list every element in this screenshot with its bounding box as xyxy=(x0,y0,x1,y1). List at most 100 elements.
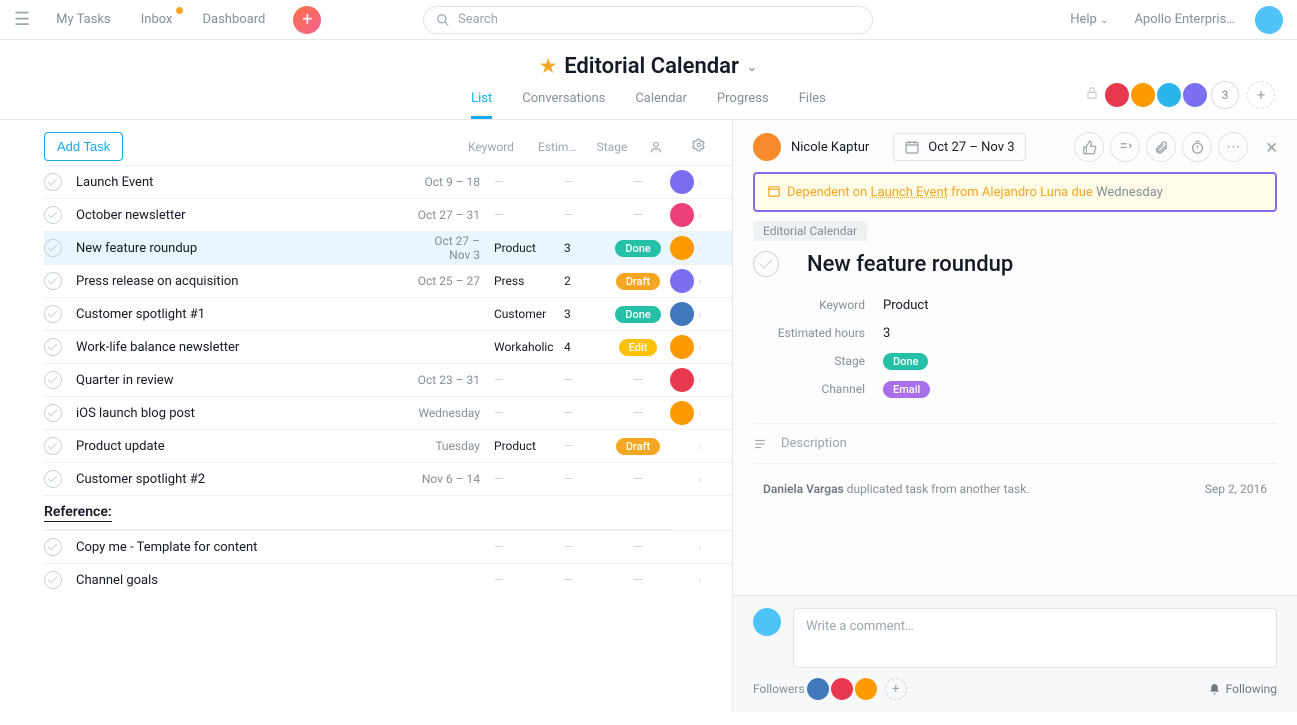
task-name: Channel goals xyxy=(76,573,414,588)
member-avatar[interactable] xyxy=(1181,81,1209,109)
search-placeholder: Search xyxy=(458,12,498,27)
dependency-banner[interactable]: Dependent on Launch Event from Alejandro… xyxy=(753,172,1277,212)
tab-conversations[interactable]: Conversations xyxy=(522,91,605,119)
task-row[interactable]: New feature roundupOct 27 – Nov 3Product… xyxy=(44,231,732,264)
task-row[interactable]: Quarter in reviewOct 23 – 31———› xyxy=(44,363,732,396)
nav-inbox[interactable]: Inbox xyxy=(129,6,185,33)
task-assignee[interactable] xyxy=(666,269,698,293)
member-avatar[interactable] xyxy=(1129,81,1157,109)
task-assignee[interactable] xyxy=(666,335,698,359)
tab-files[interactable]: Files xyxy=(799,91,826,119)
section-heading[interactable]: Reference: xyxy=(44,495,732,529)
complete-toggle[interactable] xyxy=(44,538,62,556)
current-user-avatar[interactable] xyxy=(1255,6,1283,34)
task-row[interactable]: October newsletterOct 27 – 31———› xyxy=(44,198,732,231)
task-row[interactable]: Launch EventOct 9 – 18———› xyxy=(44,165,732,198)
dep-task-link[interactable]: Launch Event xyxy=(871,185,948,200)
star-icon[interactable]: ★ xyxy=(540,56,556,77)
task-assignee[interactable] xyxy=(666,203,698,227)
task-estimate: — xyxy=(564,472,610,486)
menu-icon[interactable]: ☰ xyxy=(14,9,30,30)
column-settings-icon[interactable] xyxy=(692,138,712,155)
task-assignee[interactable] xyxy=(666,236,698,260)
member-overflow-count[interactable]: 3 xyxy=(1211,81,1239,109)
row-caret-icon: › xyxy=(698,242,712,255)
search-icon xyxy=(436,13,450,27)
assignee-avatar[interactable] xyxy=(753,133,781,161)
complete-toggle[interactable] xyxy=(44,404,62,422)
complete-toggle[interactable] xyxy=(44,173,62,191)
follower-avatar[interactable] xyxy=(855,678,877,700)
task-assignee[interactable] xyxy=(666,368,698,392)
more-actions-button[interactable]: ⋯ xyxy=(1218,132,1248,162)
due-date-button[interactable]: Oct 27 – Nov 3 xyxy=(893,133,1025,161)
task-date: Oct 9 – 18 xyxy=(414,175,494,189)
field-value-keyword[interactable]: Product xyxy=(883,298,928,313)
nav-my-tasks[interactable]: My Tasks xyxy=(44,6,123,33)
project-breadcrumb[interactable]: Editorial Calendar xyxy=(753,221,867,241)
add-task-button[interactable]: Add Task xyxy=(44,132,123,161)
task-name: Customer spotlight #2 xyxy=(76,472,414,487)
complete-toggle[interactable] xyxy=(44,239,62,257)
task-keyword: — xyxy=(494,472,564,486)
task-row[interactable]: Copy me - Template for content———› xyxy=(44,530,732,563)
row-caret-icon: › xyxy=(698,473,712,486)
tab-calendar[interactable]: Calendar xyxy=(635,91,687,119)
complete-toggle[interactable] xyxy=(44,371,62,389)
subtask-button[interactable] xyxy=(1110,132,1140,162)
tab-progress[interactable]: Progress xyxy=(717,91,769,119)
attachment-button[interactable] xyxy=(1146,132,1176,162)
task-stage: — xyxy=(610,472,666,487)
search-input[interactable]: Search xyxy=(423,6,873,34)
global-add-button[interactable]: + xyxy=(293,6,321,34)
complete-toggle[interactable] xyxy=(44,206,62,224)
task-row[interactable]: Product updateTuesdayProduct—Draft› xyxy=(44,429,732,462)
task-row[interactable]: Customer spotlight #2Nov 6 – 14———› xyxy=(44,462,732,495)
org-menu[interactable]: Apollo Enterpris… xyxy=(1134,12,1235,27)
task-keyword: Product xyxy=(494,439,564,453)
task-assignee[interactable] xyxy=(666,401,698,425)
task-row[interactable]: iOS launch blog postWednesday———› xyxy=(44,396,732,429)
task-row[interactable]: Work-life balance newsletterWorkaholic4E… xyxy=(44,330,732,363)
add-member-button[interactable]: + xyxy=(1247,81,1275,109)
member-avatar[interactable] xyxy=(1155,81,1183,109)
column-header-assignee-icon xyxy=(640,140,672,154)
complete-toggle[interactable] xyxy=(44,272,62,290)
task-assignee[interactable] xyxy=(666,302,698,326)
project-menu-caret-icon[interactable]: ⌄ xyxy=(747,60,757,74)
task-title[interactable]: New feature roundup xyxy=(807,252,1013,277)
member-avatar[interactable] xyxy=(1103,81,1131,109)
column-header-stage: Stage xyxy=(584,140,640,154)
field-value-channel[interactable]: Email xyxy=(883,381,930,398)
assignee-name[interactable]: Nicole Kaptur xyxy=(791,140,869,155)
field-value-stage[interactable]: Done xyxy=(883,353,928,370)
follower-avatar[interactable] xyxy=(831,678,853,700)
task-assignee[interactable] xyxy=(666,170,698,194)
comment-input[interactable]: Write a comment… xyxy=(793,608,1277,668)
task-estimate: — xyxy=(564,439,610,453)
complete-toggle[interactable] xyxy=(44,470,62,488)
like-button[interactable] xyxy=(1074,132,1104,162)
close-detail-button[interactable]: × xyxy=(1266,135,1277,159)
complete-toggle[interactable] xyxy=(44,305,62,323)
row-caret-icon: › xyxy=(698,574,712,587)
description-field[interactable]: Description xyxy=(753,423,1277,464)
tab-list[interactable]: List xyxy=(471,91,492,119)
help-menu[interactable]: Help ⌄ xyxy=(1070,12,1108,27)
timer-button[interactable] xyxy=(1182,132,1212,162)
nav-dashboard[interactable]: Dashboard xyxy=(190,6,277,33)
description-icon xyxy=(753,437,767,451)
complete-toggle[interactable] xyxy=(44,338,62,356)
complete-toggle[interactable] xyxy=(44,437,62,455)
task-row[interactable]: Press release on acquisitionOct 25 – 27P… xyxy=(44,264,732,297)
following-toggle[interactable]: Following xyxy=(1208,682,1277,696)
task-row[interactable]: Customer spotlight #1Customer3Done› xyxy=(44,297,732,330)
task-name: Press release on acquisition xyxy=(76,274,414,289)
add-follower-button[interactable]: + xyxy=(885,678,907,700)
follower-avatar[interactable] xyxy=(807,678,829,700)
complete-task-button[interactable] xyxy=(753,251,779,277)
complete-toggle[interactable] xyxy=(44,571,62,589)
task-keyword: Customer xyxy=(494,307,564,321)
task-row[interactable]: Channel goals———› xyxy=(44,563,732,596)
field-value-hours[interactable]: 3 xyxy=(883,326,890,341)
